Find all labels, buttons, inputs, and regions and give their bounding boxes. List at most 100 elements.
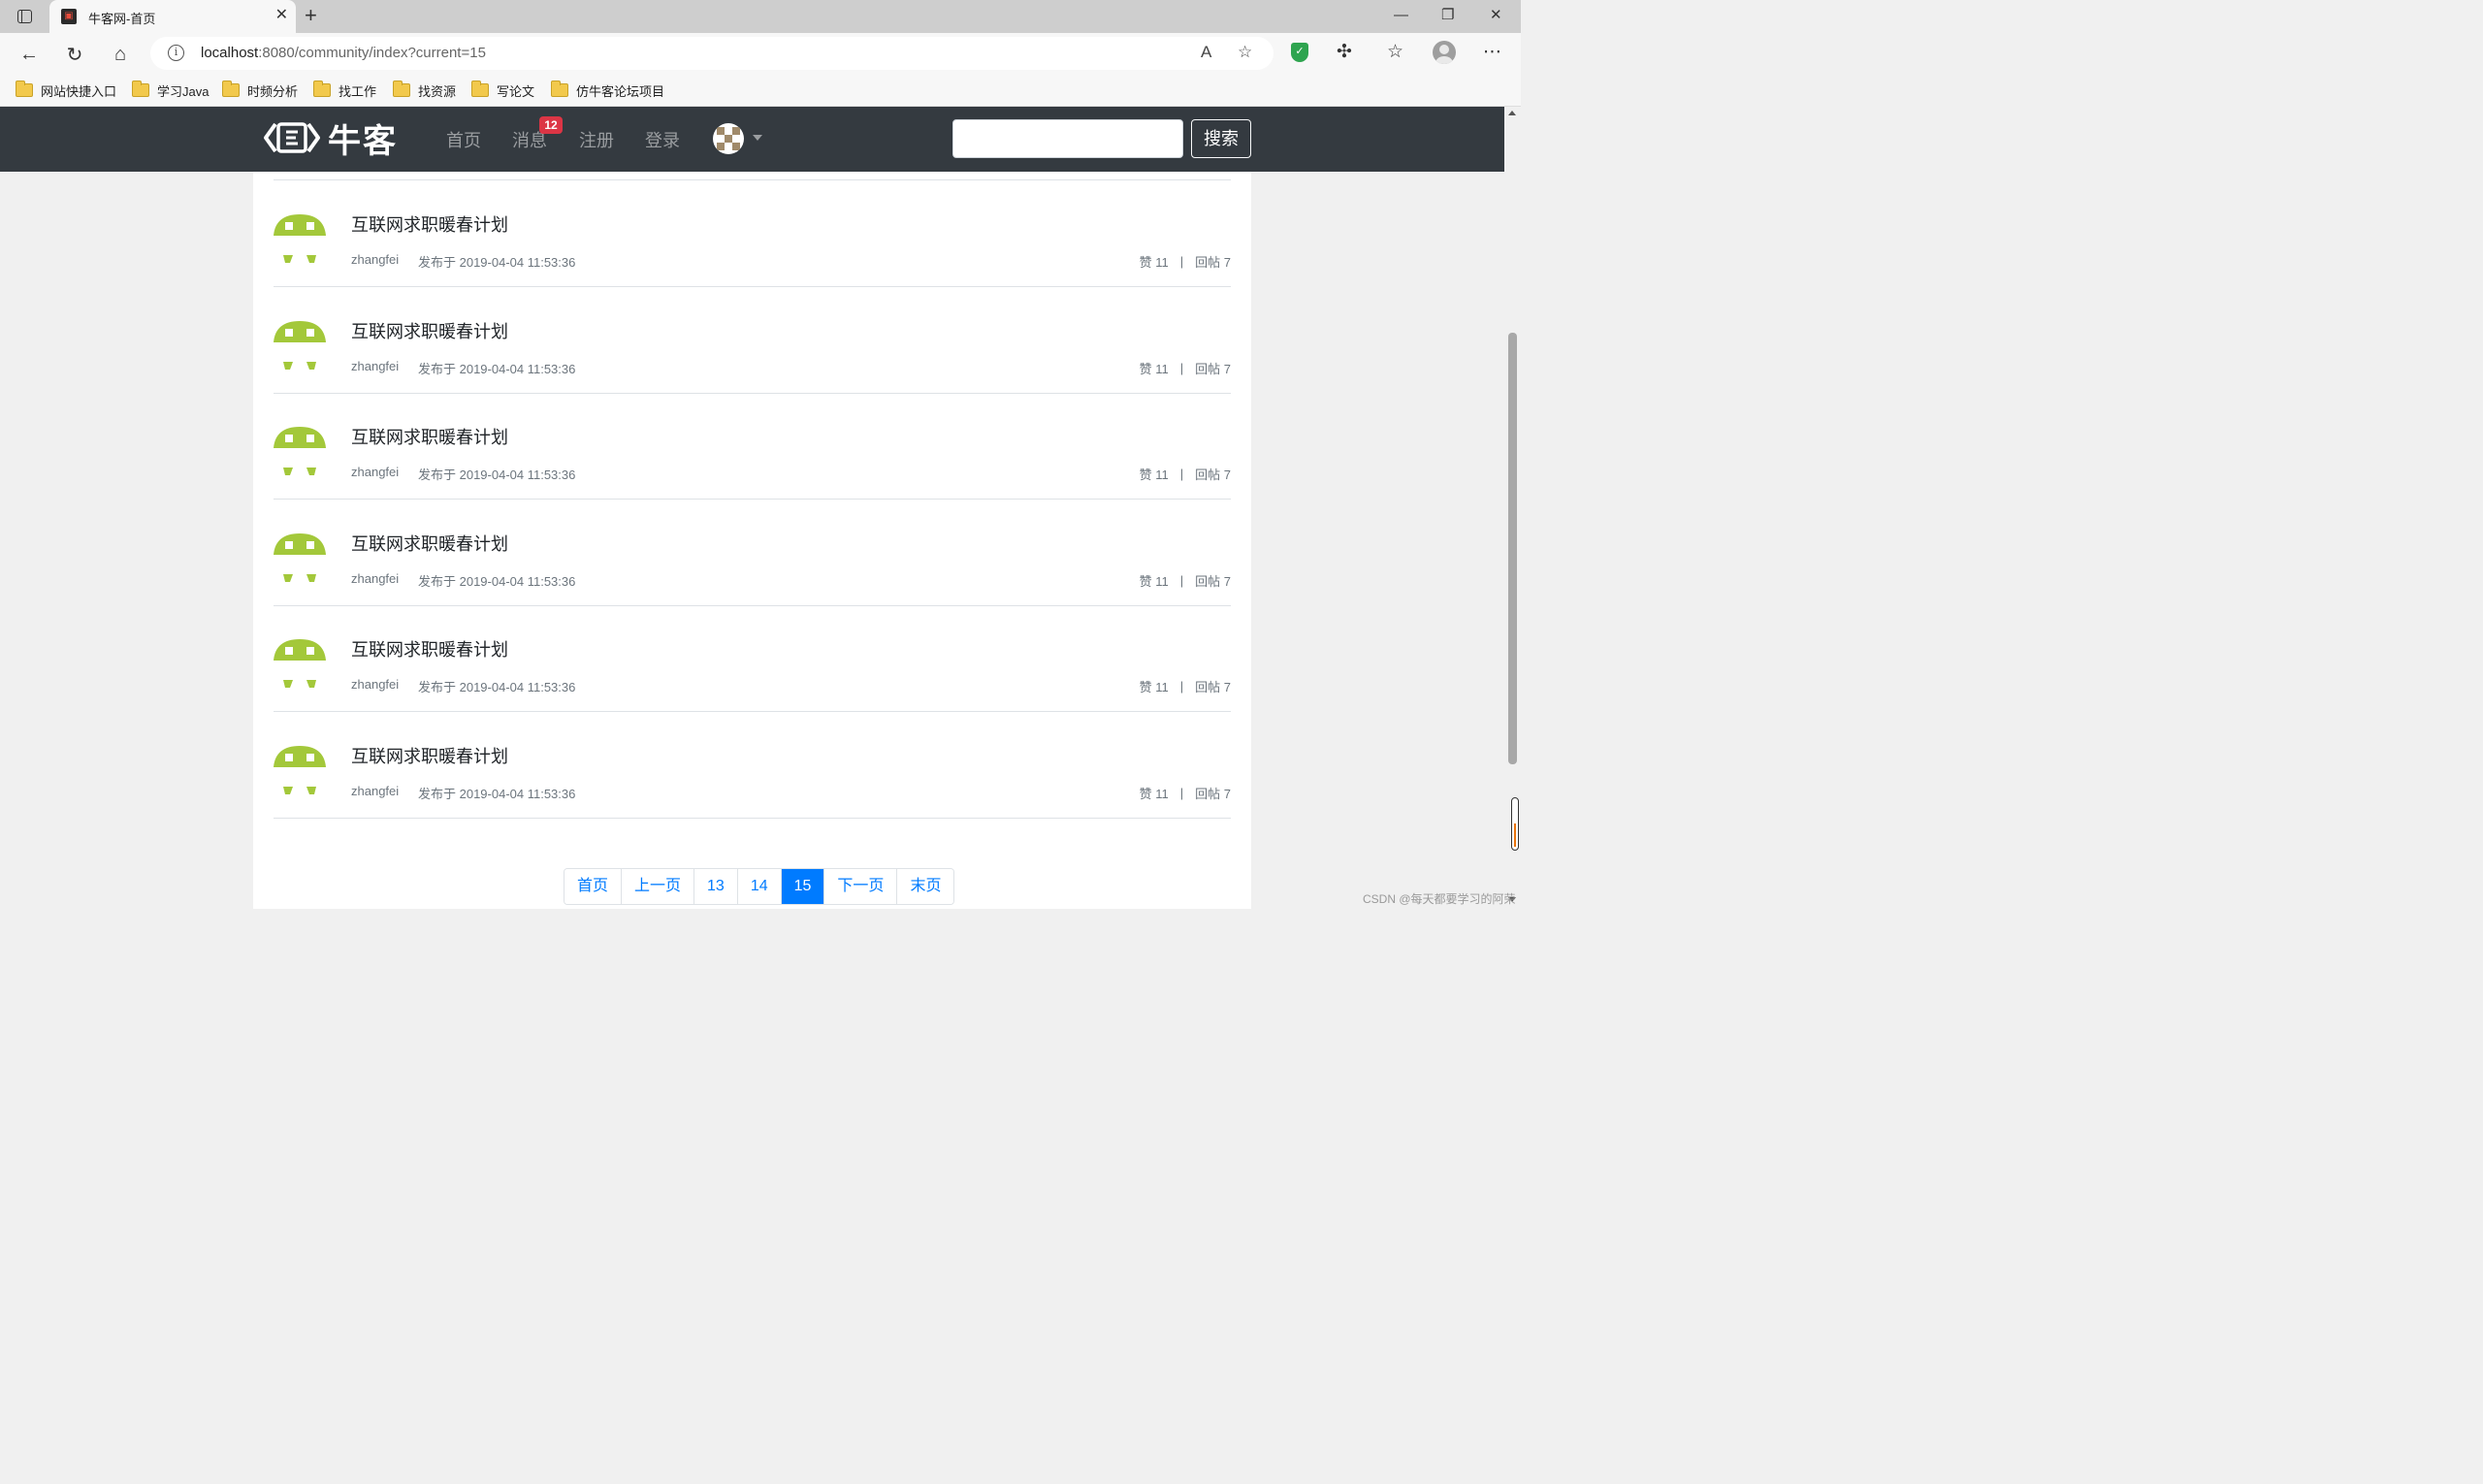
stats-separator: | <box>1179 786 1184 800</box>
post-author[interactable]: zhangfei <box>351 359 399 373</box>
page-next[interactable]: 下一页 <box>824 869 898 904</box>
profile-icon[interactable] <box>1433 41 1456 64</box>
extensions-icon[interactable]: ✣ <box>1337 41 1352 63</box>
folder-icon <box>16 81 33 97</box>
post-author[interactable]: zhangfei <box>351 252 399 267</box>
post-item: 互联网求职暖春计划 zhangfei 发布于 2019-04-04 11:53:… <box>274 180 1231 287</box>
post-stats: 赞 11 | 回帖 7 <box>1140 359 1231 377</box>
like-count: 赞 11 <box>1139 468 1169 482</box>
reload-icon[interactable]: ↻ <box>61 41 88 68</box>
bookmark-label: 时频分析 <box>247 83 299 99</box>
post-item: 互联网求职暖春计划 zhangfei 发布于 2019-04-04 11:53:… <box>274 393 1231 500</box>
post-author[interactable]: zhangfei <box>351 465 399 479</box>
bookmark-folder[interactable]: 学习Java <box>132 80 209 101</box>
add-favorite-icon[interactable]: ☆ <box>1238 43 1252 62</box>
page-15-current[interactable]: 15 <box>781 869 825 904</box>
nav-login-link[interactable]: 登录 <box>645 127 680 152</box>
bookmark-folder[interactable]: 找工作 <box>313 80 376 101</box>
browser-tab-active[interactable]: ▣ 牛客网-首页 ✕ <box>49 0 296 33</box>
page-previous[interactable]: 上一页 <box>622 869 695 904</box>
post-title-link[interactable]: 互联网求职暖春计划 <box>351 318 508 343</box>
page-13[interactable]: 13 <box>694 869 738 904</box>
message-count-badge: 12 <box>539 116 563 134</box>
stats-separator: | <box>1179 467 1184 481</box>
page-14[interactable]: 14 <box>737 869 782 904</box>
site-logo[interactable]: 牛客 <box>264 118 398 160</box>
page-scrollbar[interactable] <box>1504 107 1521 909</box>
post-time: 发布于 2019-04-04 11:53:36 <box>418 574 576 589</box>
reply-count: 回帖 7 <box>1195 468 1231 482</box>
back-icon[interactable]: ← <box>16 41 43 68</box>
like-count: 赞 11 <box>1139 787 1169 801</box>
post-stats: 赞 11 | 回帖 7 <box>1140 571 1231 590</box>
url-host: localhost <box>201 45 259 61</box>
restore-icon[interactable]: ❐ <box>1441 6 1454 25</box>
favorites-icon[interactable]: ☆ <box>1387 41 1403 63</box>
author-avatar[interactable] <box>274 532 326 584</box>
reply-count: 回帖 7 <box>1195 574 1231 589</box>
post-time: 发布于 2019-04-04 11:53:36 <box>418 468 576 482</box>
read-aloud-icon[interactable]: A <box>1201 43 1211 62</box>
tab-actions-icon <box>16 10 32 23</box>
post-author[interactable]: zhangfei <box>351 677 399 692</box>
post-item: 互联网求职暖春计划 zhangfei 发布于 2019-04-04 11:53:… <box>274 500 1231 606</box>
scroll-up-icon[interactable] <box>1508 111 1516 115</box>
bookmark-label: 仿牛客论坛项目 <box>576 83 665 99</box>
scrollbar-thumb[interactable] <box>1508 333 1517 764</box>
post-time: 发布于 2019-04-04 11:53:36 <box>418 255 576 270</box>
post-author[interactable]: zhangfei <box>351 571 399 586</box>
user-avatar[interactable] <box>713 123 744 154</box>
search-input[interactable] <box>952 119 1183 158</box>
post-stats: 赞 11 | 回帖 7 <box>1140 677 1231 695</box>
folder-icon <box>313 81 331 97</box>
post-title-link[interactable]: 互联网求职暖春计划 <box>351 211 508 237</box>
author-avatar[interactable] <box>274 744 326 796</box>
post-title-link[interactable]: 互联网求职暖春计划 <box>351 636 508 661</box>
post-item: 互联网求职暖春计划 zhangfei 发布于 2019-04-04 11:53:… <box>274 605 1231 712</box>
close-tab-icon[interactable]: ✕ <box>275 8 288 23</box>
more-menu-icon[interactable]: ⋯ <box>1483 41 1501 63</box>
bookmark-folder[interactable]: 仿牛客论坛项目 <box>551 80 664 101</box>
url-path: :8080/community/index?current=15 <box>258 45 486 61</box>
logo-mark-icon <box>264 122 320 153</box>
dropdown-caret-icon[interactable] <box>753 135 762 141</box>
stats-separator: | <box>1179 679 1184 694</box>
post-title-link[interactable]: 互联网求职暖春计划 <box>351 531 508 556</box>
post-list-container: 互联网求职暖春计划 zhangfei 发布于 2019-04-04 11:53:… <box>253 172 1251 909</box>
nav-register-link[interactable]: 注册 <box>579 127 614 152</box>
pagination: 首页 上一页 13 14 15 下一页 末页 <box>564 868 955 905</box>
author-avatar[interactable] <box>274 425 326 477</box>
url-text[interactable]: localhost:8080/community/index?current=1… <box>201 45 486 61</box>
minimize-icon[interactable]: — <box>1394 6 1408 25</box>
post-stats: 赞 11 | 回帖 7 <box>1140 784 1231 802</box>
shield-extension-icon[interactable]: ✓ <box>1291 43 1308 62</box>
post-author[interactable]: zhangfei <box>351 784 399 798</box>
bookmark-folder[interactable]: 写论文 <box>471 80 534 101</box>
bookmark-folder[interactable]: 找资源 <box>393 80 456 101</box>
address-bar[interactable]: i localhost:8080/community/index?current… <box>150 37 1274 70</box>
post-title-link[interactable]: 互联网求职暖春计划 <box>351 743 508 768</box>
window-close-icon[interactable]: ✕ <box>1490 6 1502 25</box>
page-first[interactable]: 首页 <box>564 869 623 904</box>
new-tab-icon[interactable]: + <box>305 5 317 26</box>
folder-icon <box>393 81 410 97</box>
nav-home-link[interactable]: 首页 <box>446 127 481 152</box>
author-avatar[interactable] <box>274 637 326 690</box>
scroll-indicator <box>1511 797 1519 851</box>
post-title-link[interactable]: 互联网求职暖春计划 <box>351 424 508 449</box>
post-time: 发布于 2019-04-04 11:53:36 <box>418 787 576 801</box>
bookmark-folder[interactable]: 网站快捷入口 <box>16 80 116 101</box>
post-stats: 赞 11 | 回帖 7 <box>1140 465 1231 483</box>
home-icon[interactable]: ⌂ <box>107 41 134 68</box>
search-button[interactable]: 搜索 <box>1191 119 1251 158</box>
site-info-icon[interactable]: i <box>168 45 184 61</box>
page-last[interactable]: 末页 <box>897 869 954 904</box>
folder-icon <box>551 81 568 97</box>
reply-count: 回帖 7 <box>1195 362 1231 376</box>
like-count: 赞 11 <box>1139 680 1169 694</box>
bookmark-label: 学习Java <box>157 83 210 99</box>
author-avatar[interactable] <box>274 319 326 371</box>
bookmark-folder[interactable]: 时频分析 <box>222 80 298 101</box>
tab-actions-button[interactable] <box>12 6 37 27</box>
author-avatar[interactable] <box>274 212 326 265</box>
